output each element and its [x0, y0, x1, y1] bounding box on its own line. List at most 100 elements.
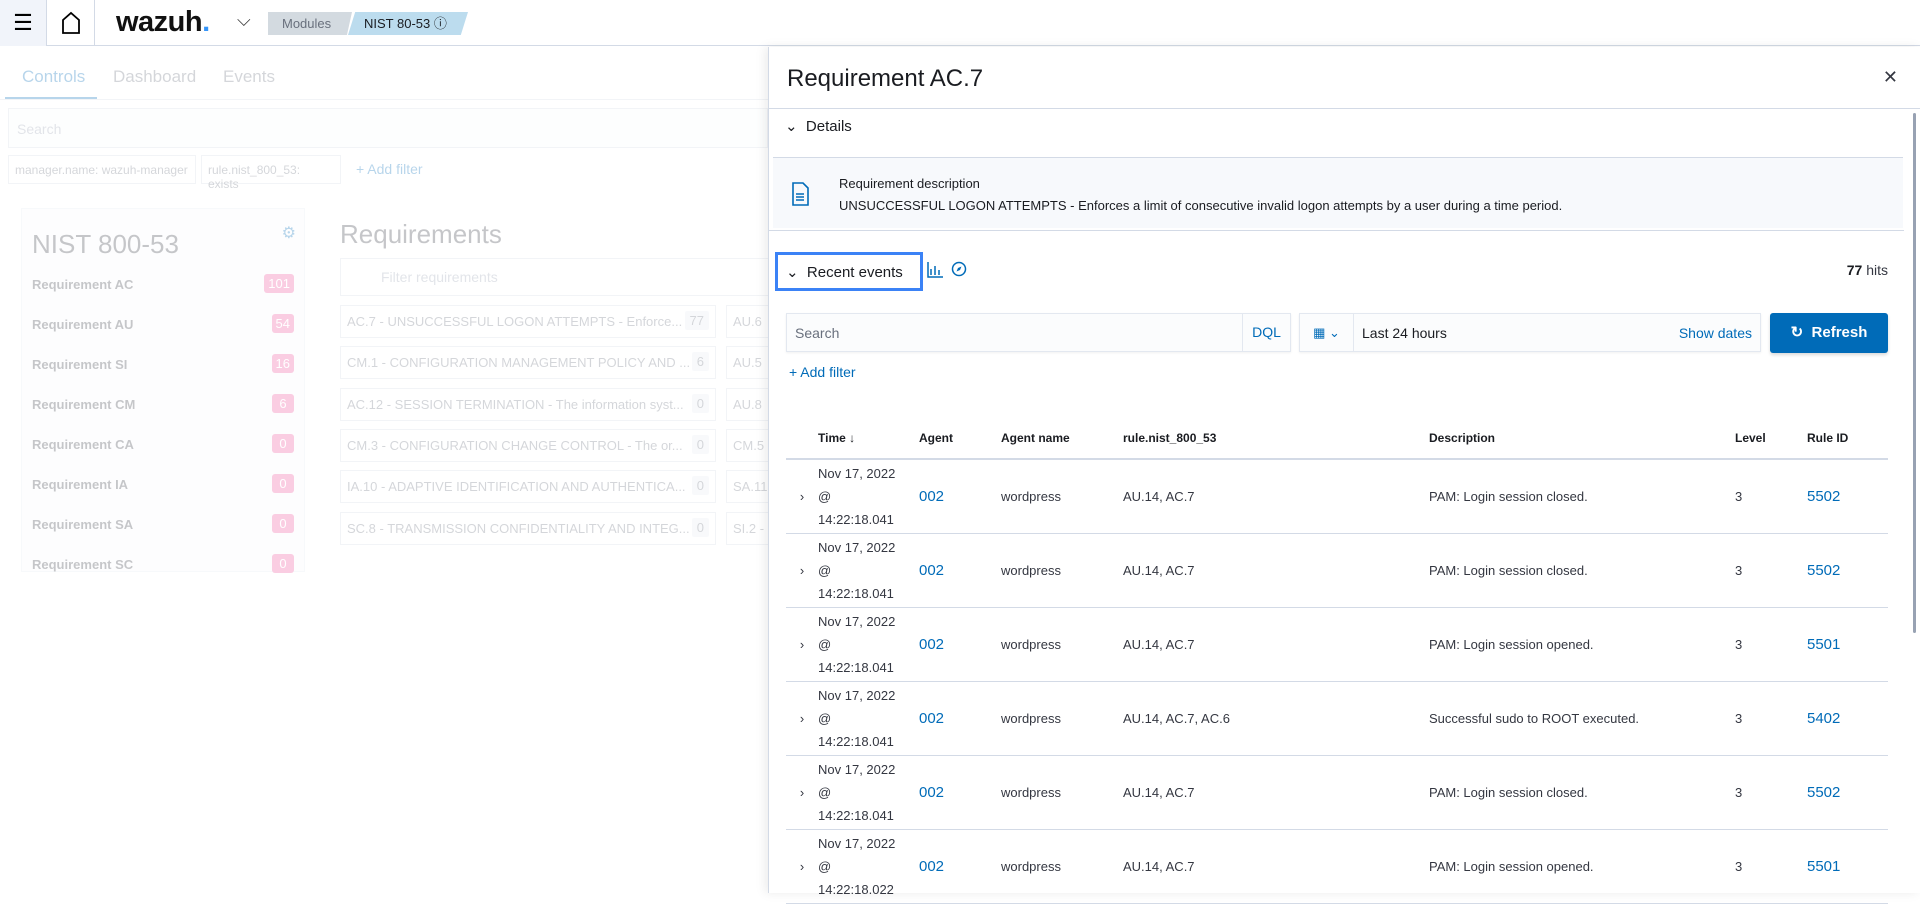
- rule-id-link[interactable]: 5502: [1807, 533, 1888, 608]
- agent-name-cell: wordpress: [1001, 829, 1123, 904]
- column-header-description[interactable]: Description: [1429, 417, 1735, 460]
- filter-requirements-input[interactable]: Filter requirements: [340, 258, 770, 296]
- column-header-agent[interactable]: Agent: [919, 417, 1001, 460]
- wazuh-logo[interactable]: wazuh.: [116, 6, 210, 39]
- discover-compass-icon[interactable]: [951, 261, 967, 280]
- requirement-label: SC.8 - TRANSMISSION CONFIDENTIALITY AND …: [347, 520, 690, 536]
- nav-item[interactable]: Requirement SC 0: [32, 554, 294, 573]
- rule-id-link[interactable]: 5502: [1807, 459, 1888, 534]
- dql-button[interactable]: DQL: [1242, 314, 1290, 351]
- requirement-label: AU.6: [733, 314, 762, 329]
- nav-item-label: Requirement AC: [32, 277, 134, 292]
- table-row: › Nov 17, 2022 @14:22:18.022 002 wordpres…: [786, 829, 1888, 904]
- level-cell: 3: [1735, 755, 1807, 830]
- nav-item[interactable]: Requirement AU 54: [32, 314, 294, 333]
- agent-link[interactable]: 002: [919, 755, 1001, 830]
- time-cell: Nov 17, 2022 @14:22:18.022: [818, 829, 919, 904]
- requirements-nav: NIST 800-53 ⚙ Requirement AC 101 Requireme…: [21, 208, 305, 573]
- close-icon[interactable]: ✕: [1883, 67, 1898, 88]
- description-cell: PAM: Login session closed.: [1429, 533, 1735, 608]
- expand-row-icon[interactable]: ›: [786, 829, 818, 904]
- column-header-time[interactable]: Time ↓: [818, 417, 919, 460]
- add-filter-link[interactable]: + Add filter: [356, 161, 423, 177]
- rule-id-link[interactable]: 5402: [1807, 681, 1888, 756]
- time-cell: Nov 17, 2022 @14:22:18.041: [818, 681, 919, 756]
- agent-name-cell: wordpress: [1001, 459, 1123, 534]
- requirement-card[interactable]: IA.10 - ADAPTIVE IDENTIFICATION AND AUTH…: [340, 470, 716, 504]
- nav-item-label: Requirement SI: [32, 357, 128, 372]
- count-badge: 77: [684, 311, 709, 330]
- divider: [769, 108, 1920, 109]
- table-row: › Nov 17, 2022 @14:22:18.041 002 wordpres…: [786, 533, 1888, 608]
- expand-row-icon[interactable]: ›: [786, 607, 818, 682]
- tabs-divider: [0, 99, 768, 100]
- agent-link[interactable]: 002: [919, 533, 1001, 608]
- requirement-card[interactable]: CM.3 - CONFIGURATION CHANGE CONTROL - Th…: [340, 428, 716, 462]
- level-cell: 3: [1735, 607, 1807, 682]
- breadcrumb-nist[interactable]: NIST 80-53 ⓘ: [348, 12, 468, 35]
- rule-id-link[interactable]: 5501: [1807, 607, 1888, 682]
- details-accordion-toggle[interactable]: ⌄ Details: [785, 117, 852, 135]
- nav-item[interactable]: Requirement SA 0: [32, 514, 294, 533]
- filter-pill[interactable]: rule.nist_800_53: exists: [201, 155, 341, 191]
- flyout-title: Requirement AC.7: [787, 65, 984, 92]
- nav-item[interactable]: Requirement SI 16: [32, 354, 294, 373]
- scrollbar[interactable]: [1913, 113, 1916, 633]
- requirement-card[interactable]: AC.7 - UNSUCCESSFUL LOGON ATTEMPTS - Enf…: [340, 305, 716, 338]
- search-input[interactable]: Search: [8, 108, 768, 148]
- requirement-card[interactable]: AC.12 - SESSION TERMINATION - The inform…: [340, 387, 716, 421]
- rule-cell: AU.14, AC.7: [1123, 607, 1429, 682]
- nav-item[interactable]: Requirement CM 6: [32, 394, 294, 413]
- rule-id-link[interactable]: 5502: [1807, 755, 1888, 830]
- agent-link[interactable]: 002: [919, 829, 1001, 904]
- events-search-input[interactable]: Search DQL: [786, 313, 1291, 352]
- hits-count: 77 hits: [1846, 262, 1888, 278]
- time-cell: Nov 17, 2022 @14:22:18.041: [818, 459, 919, 534]
- calendar-icon[interactable]: ▦ ⌄: [1300, 314, 1354, 351]
- column-header-agent-name[interactable]: Agent name: [1001, 417, 1123, 460]
- nav-item[interactable]: Requirement CA 0: [32, 434, 294, 453]
- menu-button[interactable]: ☰: [0, 0, 47, 46]
- time-range[interactable]: Last 24 hours: [1362, 325, 1447, 341]
- date-picker[interactable]: ▦ ⌄ Last 24 hours Show dates: [1299, 313, 1761, 352]
- requirement-label: AU.5: [733, 355, 762, 371]
- rule-cell: AU.14, AC.7: [1123, 755, 1429, 830]
- requirement-card[interactable]: CM.1 - CONFIGURATION MANAGEMENT POLICY A…: [340, 346, 716, 380]
- refresh-icon: ↻: [1790, 324, 1804, 341]
- rule-id-link[interactable]: 5501: [1807, 829, 1888, 904]
- requirement-label: CM.3 - CONFIGURATION CHANGE CONTROL - Th…: [347, 437, 683, 453]
- chevron-down-icon: ⌄: [785, 118, 798, 135]
- expand-row-icon[interactable]: ›: [786, 755, 818, 830]
- requirement-label: SA.11: [733, 479, 768, 495]
- expand-row-icon[interactable]: ›: [786, 533, 818, 608]
- filter-pill[interactable]: manager.name: wazuh-manager: [8, 155, 196, 184]
- visualize-icon[interactable]: [927, 261, 944, 281]
- breadcrumb-modules[interactable]: Modules: [268, 12, 352, 35]
- add-filter-link[interactable]: + Add filter: [789, 364, 856, 380]
- tab-dashboard[interactable]: Dashboard: [113, 67, 196, 87]
- count-badge: 0: [691, 434, 709, 454]
- tab-events[interactable]: Events: [223, 67, 275, 87]
- nav-item[interactable]: Requirement AC 101: [32, 274, 294, 293]
- nav-item[interactable]: Requirement IA 0: [32, 474, 294, 493]
- gear-icon[interactable]: ⚙: [282, 223, 296, 243]
- column-header-rule[interactable]: rule.nist_800_53: [1123, 417, 1429, 460]
- tab-controls[interactable]: Controls: [22, 67, 85, 87]
- agent-link[interactable]: 002: [919, 681, 1001, 756]
- agent-link[interactable]: 002: [919, 459, 1001, 534]
- table-row: › Nov 17, 2022 @14:22:18.041 002 wordpres…: [786, 459, 1888, 534]
- chevron-down-icon[interactable]: ⌵: [237, 10, 251, 31]
- column-header-level[interactable]: Level: [1735, 417, 1807, 460]
- recent-events-accordion-toggle[interactable]: ⌄ Recent events: [775, 252, 923, 291]
- agent-link[interactable]: 002: [919, 607, 1001, 682]
- description-cell: PAM: Login session opened.: [1429, 607, 1735, 682]
- column-header-rule-id[interactable]: Rule ID: [1807, 417, 1888, 460]
- home-button[interactable]: [47, 0, 95, 46]
- expand-row-icon[interactable]: ›: [786, 681, 818, 756]
- show-dates-button[interactable]: Show dates: [1679, 325, 1752, 341]
- refresh-button[interactable]: ↻ Refresh: [1770, 313, 1888, 353]
- count-badge: 54: [271, 314, 294, 333]
- expand-row-icon[interactable]: ›: [786, 459, 818, 534]
- requirement-card[interactable]: SC.8 - TRANSMISSION CONFIDENTIALITY AND …: [340, 511, 716, 545]
- agent-name-cell: wordpress: [1001, 533, 1123, 608]
